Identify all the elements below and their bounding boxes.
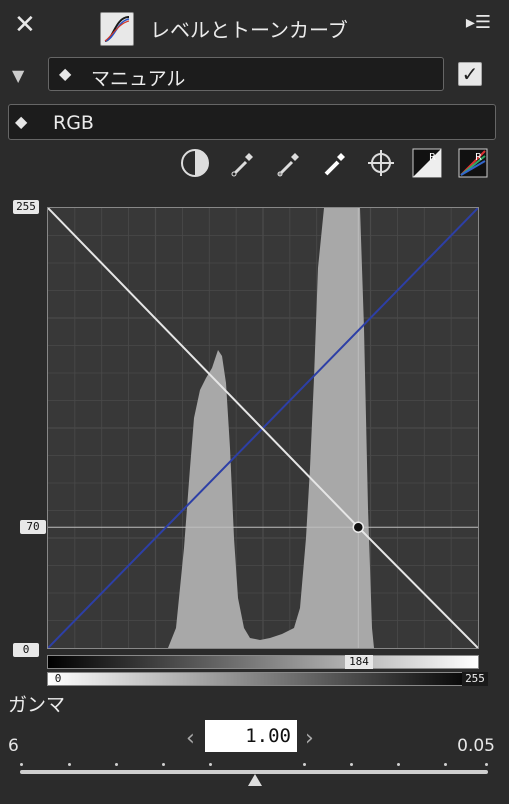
crosshair-icon[interactable]	[366, 148, 396, 178]
y-label-mid[interactable]: 70	[20, 520, 46, 534]
slider-tick	[485, 763, 488, 766]
slider-tick	[444, 763, 447, 766]
svg-text:R: R	[429, 152, 436, 163]
y-label-bottom[interactable]: 0	[13, 643, 39, 657]
slider-tick	[209, 763, 212, 766]
channel-label: RGB	[53, 112, 94, 134]
collapse-arrow-icon[interactable]: ▼	[12, 66, 24, 85]
y-label-top[interactable]: 255	[13, 200, 39, 214]
slider-tick	[350, 763, 353, 766]
chevron-right-icon[interactable]: ›	[305, 726, 314, 751]
output-gradient-bar[interactable]	[47, 655, 479, 669]
chevron-down-icon: ◆	[15, 112, 28, 131]
panel-title: レベルとトーンカーブ	[150, 18, 348, 42]
slider-tick	[397, 763, 400, 766]
slider-tick	[115, 763, 118, 766]
channel-dropdown[interactable]: ◆ RGB	[8, 104, 496, 140]
gamma-input[interactable]: 1.00	[205, 720, 297, 752]
tone-curve-graph[interactable]	[47, 207, 479, 649]
slider-tick	[20, 763, 23, 766]
gray-point-eyedropper-icon[interactable]	[274, 148, 304, 178]
slider-tick	[162, 763, 165, 766]
chevron-down-icon: ◆	[59, 64, 72, 83]
gamma-min: 6	[8, 736, 19, 756]
gamma-label: ガンマ	[8, 694, 66, 716]
curve-control-point[interactable]	[352, 521, 365, 533]
output-marker-label[interactable]: 184	[345, 655, 373, 669]
slider-tick	[303, 763, 306, 766]
white-point-eyedropper-icon[interactable]	[320, 148, 350, 178]
contrast-icon[interactable]	[180, 148, 210, 178]
preset-dropdown[interactable]: ◆ マニュアル	[48, 57, 444, 91]
input-left-label: 0	[54, 672, 62, 685]
input-right-label[interactable]: 255	[462, 672, 488, 686]
gamma-max: 0.05	[457, 736, 495, 756]
tone-curve-icon	[100, 12, 134, 46]
slider-tick	[68, 763, 71, 766]
auto-color-icon[interactable]: R	[458, 148, 488, 178]
tone-curve-canvas[interactable]	[48, 208, 478, 648]
close-icon[interactable]: ✕	[14, 10, 36, 40]
preset-label: マニュアル	[91, 68, 186, 90]
black-point-eyedropper-icon[interactable]	[228, 148, 258, 178]
panel-menu-icon[interactable]: ▸☰	[466, 12, 491, 33]
chevron-left-icon[interactable]: ‹	[186, 726, 195, 751]
svg-text:R: R	[475, 152, 482, 163]
auto-reset-icon[interactable]: R	[412, 148, 442, 178]
enable-checkbox[interactable]: ✓	[458, 62, 482, 86]
input-gradient-bar[interactable]	[47, 672, 479, 686]
